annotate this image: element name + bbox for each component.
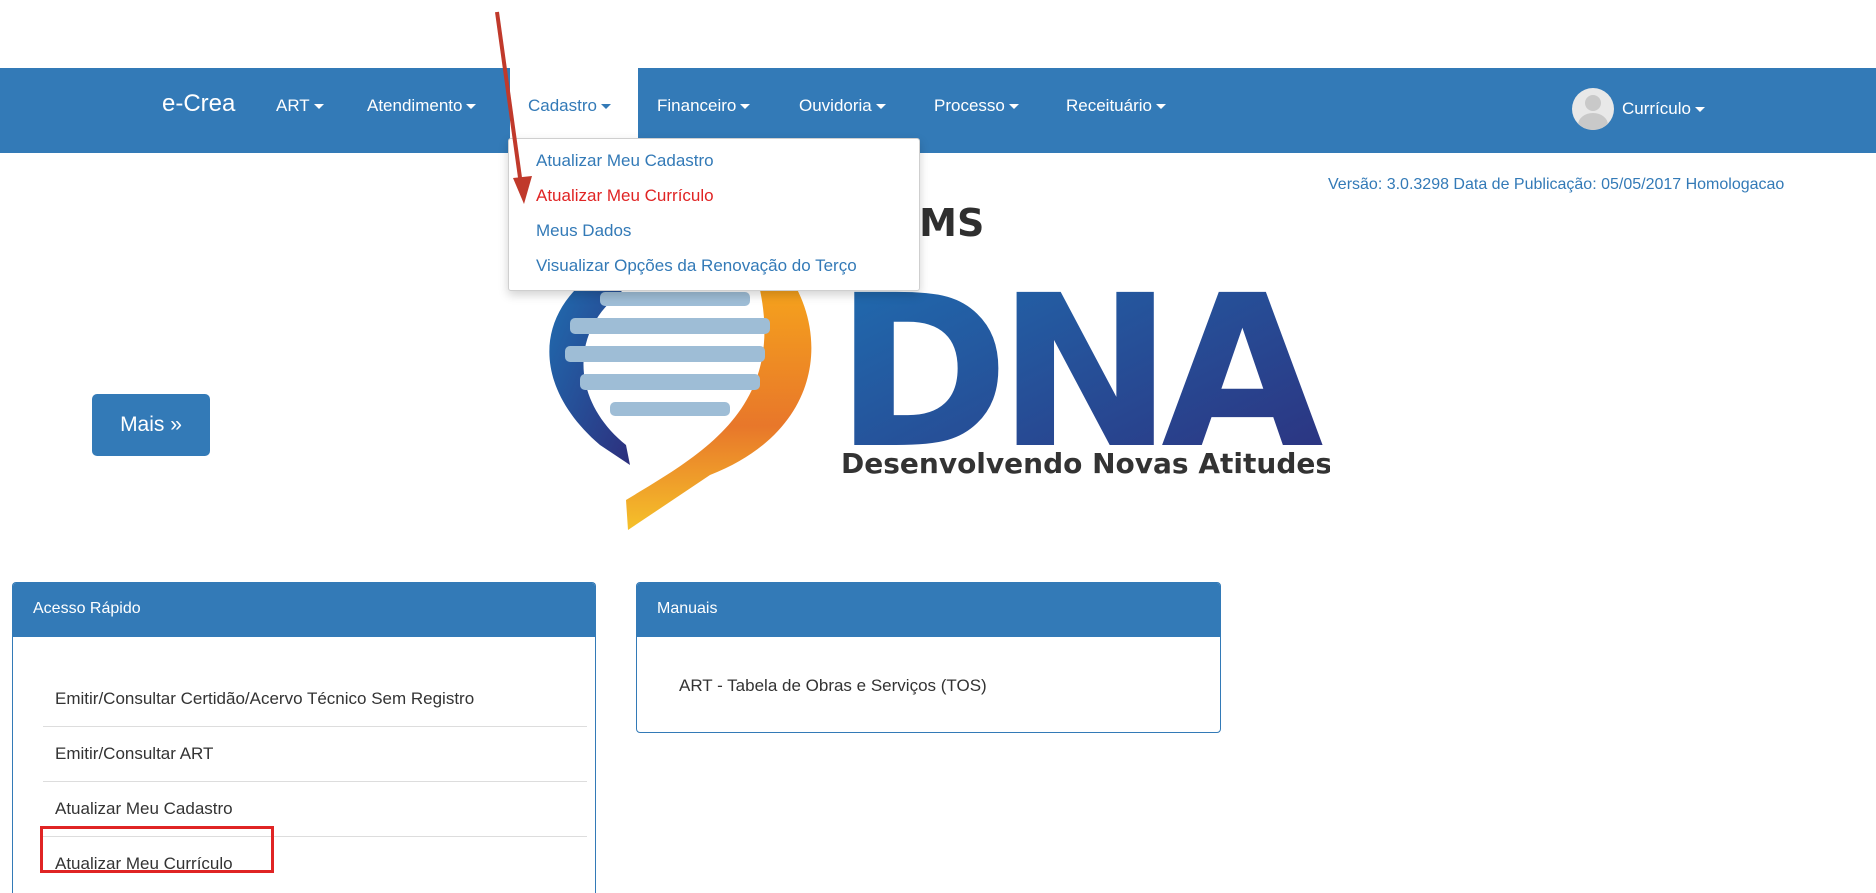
user-menu-text: Currículo	[1622, 99, 1691, 118]
user-menu-label: Currículo	[1622, 99, 1705, 119]
nav-menu-art[interactable]: ART	[276, 96, 324, 116]
avatar-head-shape	[1585, 95, 1601, 111]
caret-down-icon	[1008, 104, 1019, 110]
caret-down-icon	[1156, 104, 1166, 110]
manual-link-art-tos[interactable]: ART - Tabela de Obras e Serviços (TOS)	[679, 676, 987, 696]
avatar	[1572, 88, 1614, 130]
list-item[interactable]: Emitir/Consultar Certidão/Acervo Técnico…	[43, 672, 587, 727]
nav-menu-financeiro[interactable]: Financeiro	[657, 96, 751, 116]
annotation-highlight-box	[40, 826, 274, 873]
avatar-body-shape	[1578, 113, 1608, 130]
list-item-label: Atualizar Meu Cadastro	[55, 799, 233, 818]
quick-access-title: Acesso Rápido	[13, 583, 595, 637]
nav-menu-cadastro-text: Cadastro	[528, 96, 597, 115]
menu-item-renovacao-terco[interactable]: Visualizar Opções da Renovação do Terço	[536, 256, 857, 276]
manuals-panel: Manuais ART - Tabela de Obras e Serviços…	[636, 582, 1221, 733]
manuals-title: Manuais	[637, 583, 1220, 637]
brand-link[interactable]: e-Crea	[162, 90, 235, 118]
more-button[interactable]: Mais »	[92, 394, 210, 456]
nav-menu-cadastro-label: Cadastro	[528, 96, 611, 116]
nav-menu-ouvidoria-label: Ouvidoria	[799, 96, 872, 115]
list-item-label: Emitir/Consultar Certidão/Acervo Técnico…	[55, 689, 475, 708]
nav-menu-processo-label: Processo	[934, 96, 1005, 115]
nav-menu-financeiro-label: Financeiro	[657, 96, 737, 115]
caret-down-icon	[466, 104, 477, 110]
nav-menu-ouvidoria[interactable]: Ouvidoria	[799, 96, 886, 116]
nav-menu-processo[interactable]: Processo	[934, 96, 1019, 116]
list-item-label: Emitir/Consultar ART	[55, 744, 214, 763]
menu-item-atualizar-cadastro[interactable]: Atualizar Meu Cadastro	[536, 151, 714, 171]
cadastro-dropdown-menu: Atualizar Meu Cadastro Atualizar Meu Cur…	[508, 138, 920, 291]
dna-helix-icon	[549, 270, 812, 530]
caret-down-icon	[600, 104, 611, 110]
caret-down-icon	[740, 104, 751, 110]
version-info: Versão: 3.0.3298 Data de Publicação: 05/…	[1328, 176, 1785, 193]
nav-menu-art-label: ART	[276, 96, 310, 115]
top-navbar: e-Crea ART Atendimento Cadastro Financei…	[0, 68, 1876, 153]
list-item[interactable]: Emitir/Consultar ART	[43, 727, 587, 782]
nav-menu-atendimento[interactable]: Atendimento	[367, 96, 477, 116]
nav-menu-atendimento-label: Atendimento	[367, 96, 463, 115]
menu-item-atualizar-curriculo[interactable]: Atualizar Meu Currículo	[536, 186, 714, 206]
caret-down-icon	[313, 104, 324, 110]
caret-down-icon	[875, 104, 886, 110]
logo-tagline: Desenvolvendo Novas Atitudes	[841, 447, 1330, 480]
nav-menu-receituario[interactable]: Receituário	[1066, 96, 1166, 116]
caret-down-icon	[1694, 107, 1705, 113]
nav-menu-receituario-label: Receituário	[1066, 96, 1152, 115]
menu-item-meus-dados[interactable]: Meus Dados	[536, 221, 631, 241]
